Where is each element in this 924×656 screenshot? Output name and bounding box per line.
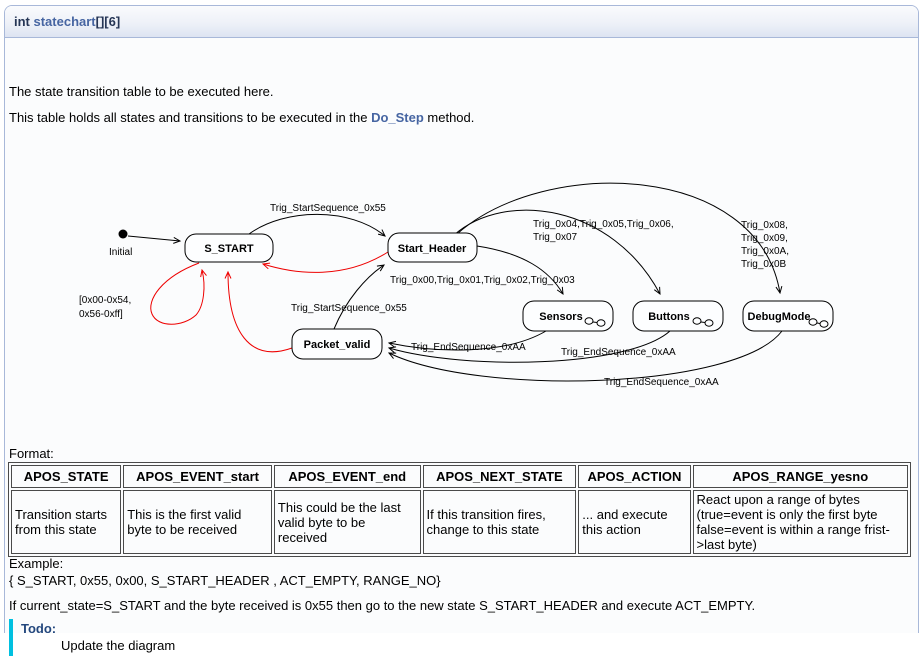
state-start-header: Start_Header: [388, 233, 477, 262]
edge-packetvalid-to-sstart: [228, 272, 292, 352]
initial-label: Initial: [109, 247, 132, 258]
cell-apos-event-start: This is the first valid byte to be recei…: [123, 490, 272, 554]
label-trig-07: Trig_0x07: [533, 232, 578, 243]
col-header-apos-action: APOS_ACTION: [578, 465, 690, 488]
do-step-link[interactable]: Do_Step: [371, 110, 424, 125]
label-startsequence-top: Trig_StartSequence_0x55: [270, 203, 386, 214]
edge-startheader-to-sensors: [477, 246, 563, 294]
example-code: { S_START, 0x55, 0x00, S_START_HEADER , …: [9, 572, 441, 589]
svg-text:Start_Header: Start_Header: [398, 243, 467, 255]
initial-state-dot: [119, 230, 128, 239]
cell-apos-next-state: If this transition fires, change to this…: [423, 490, 577, 554]
label-trig-0b: Trig_0x0B: [741, 259, 787, 270]
cell-apos-event-end: This could be the last valid byte to be …: [274, 490, 421, 554]
member-title-bar: int statechart[][6]: [5, 6, 918, 38]
example-label: Example:: [9, 555, 441, 572]
format-table: APOS_STATE APOS_EVENT_start APOS_EVENT_e…: [8, 462, 911, 557]
state-sensors: Sensors: [523, 301, 613, 331]
col-header-apos-event-start: APOS_EVENT_start: [123, 465, 272, 488]
svg-text:S_START: S_START: [204, 243, 254, 255]
edge-sstart-to-startheader: [249, 214, 385, 236]
col-header-apos-next-state: APOS_NEXT_STATE: [423, 465, 577, 488]
label-trig-00-03: Trig_0x00,Trig_0x01,Trig_0x02,Trig_0x03: [390, 275, 575, 286]
col-header-apos-range-yesno: APOS_RANGE_yesno: [693, 465, 908, 488]
description-line-1: The state transition table to be execute…: [9, 84, 274, 99]
statechart-diagram: Initial S_START Start_Header Sensors: [5, 148, 918, 440]
edge-packetvalid-to-startheader: [334, 265, 384, 329]
format-table-header-row: APOS_STATE APOS_EVENT_start APOS_EVENT_e…: [11, 465, 908, 488]
edge-startheader-to-sstart: [263, 252, 388, 272]
member-doc-body: The state transition table to be execute…: [5, 39, 918, 633]
format-label: Format:: [9, 446, 54, 461]
svg-text:Sensors: Sensors: [539, 311, 582, 323]
label-endsequence-buttons: Trig_EndSequence_0xAA: [561, 347, 676, 358]
todo-text: Update the diagram: [61, 638, 421, 653]
edge-initial-to-sstart: [128, 236, 180, 241]
label-startsequence-bottom: Trig_StartSequence_0x55: [291, 303, 407, 314]
state-s-start: S_START: [185, 234, 273, 262]
member-suffix: [][6]: [96, 14, 121, 29]
label-trig-09: Trig_0x09,: [741, 233, 788, 244]
example-block: Example: { S_START, 0x55, 0x00, S_START_…: [9, 555, 441, 589]
col-header-apos-state: APOS_STATE: [11, 465, 121, 488]
label-range-line2: 0x56-0xff]: [79, 309, 123, 320]
label-trig-04-06: Trig_0x04,Trig_0x05,Trig_0x06,: [533, 219, 674, 230]
description-line-2: This table holds all states and transiti…: [9, 110, 474, 125]
label-endsequence-debug: Trig_EndSequence_0xAA: [604, 377, 719, 388]
svg-text:Packet_valid: Packet_valid: [304, 339, 371, 351]
cell-apos-range-yesno: React upon a range of bytes (true=event …: [693, 490, 908, 554]
state-packet-valid: Packet_valid: [292, 329, 382, 359]
member-name-link[interactable]: statechart: [34, 14, 96, 29]
example-explanation: If current_state=S_START and the byte re…: [9, 598, 755, 613]
label-trig-0a: Trig_0x0A,: [741, 246, 789, 257]
col-header-apos-event-end: APOS_EVENT_end: [274, 465, 421, 488]
statechart-svg: Initial S_START Start_Header Sensors: [5, 148, 918, 440]
todo-block: Todo: Update the diagram: [9, 619, 421, 656]
edge-sstart-selfloop: [151, 263, 204, 324]
cell-apos-action: ... and execute this action: [578, 490, 690, 554]
label-endsequence-sensors: Trig_EndSequence_0xAA: [411, 342, 526, 353]
state-buttons: Buttons: [633, 301, 723, 331]
label-trig-08: Trig_0x08,: [741, 220, 788, 231]
format-table-row: Transition starts from this state This i…: [11, 490, 908, 554]
cell-apos-state: Transition starts from this state: [11, 490, 121, 554]
svg-text:Buttons: Buttons: [648, 311, 690, 323]
svg-text:DebugMode: DebugMode: [748, 311, 811, 323]
state-debugmode: DebugMode: [743, 301, 833, 331]
todo-label: Todo:: [21, 621, 421, 636]
member-type: int: [14, 14, 34, 29]
member-doc-panel: int statechart[][6] The state transition…: [4, 5, 919, 633]
label-range-line1: [0x00-0x54,: [79, 295, 131, 306]
